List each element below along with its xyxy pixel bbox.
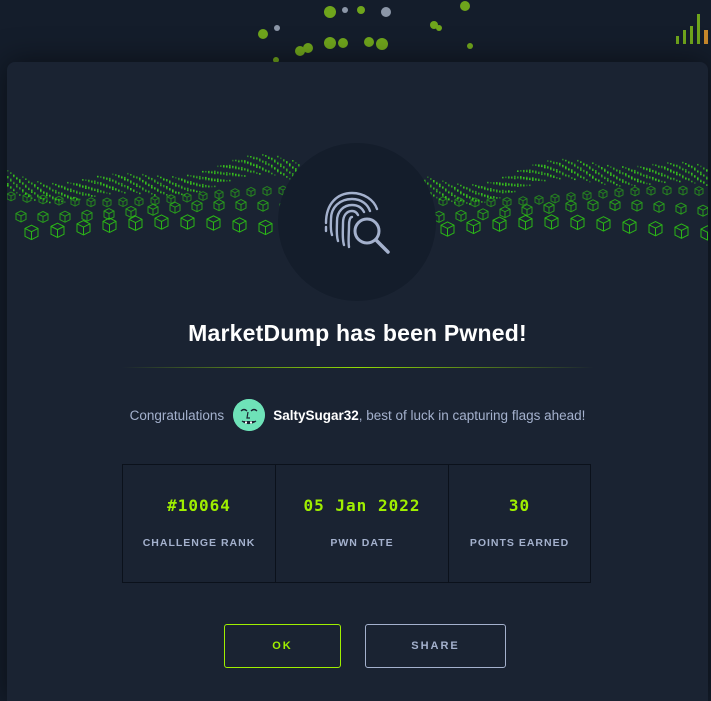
- username: SaltySugar32: [273, 407, 359, 423]
- title-divider: [122, 367, 594, 368]
- ok-button[interactable]: OK: [224, 624, 341, 668]
- stat-pwn-date: 05 Jan 2022 PWN DATE: [276, 465, 449, 582]
- pwned-badge: [278, 143, 436, 301]
- stat-points-earned: 30 POINTS EARNED: [449, 465, 590, 582]
- congrats-prefix: Congratulations: [129, 407, 225, 423]
- avatar: [233, 399, 266, 431]
- share-button[interactable]: SHARE: [365, 624, 506, 668]
- congrats-suffix: , best of luck in capturing flags ahead!: [358, 407, 586, 423]
- background-chart-dots: [258, 1, 708, 63]
- fingerprint-search-icon: [324, 191, 390, 254]
- stat-challenge-rank: #10064 CHALLENGE RANK: [123, 465, 276, 582]
- stat-label: POINTS EARNED: [469, 537, 570, 549]
- modal-title: MarketDump has been Pwned!: [188, 320, 527, 346]
- pwned-modal: MarketDump has been Pwned! Congratulatio…: [7, 62, 708, 701]
- congratulations-message: Congratulations SaltySugar32 , best of l…: [7, 399, 708, 431]
- stats-panel: #10064 CHALLENGE RANK 05 Jan 2022 PWN DA…: [122, 464, 591, 583]
- stat-label: CHALLENGE RANK: [142, 537, 256, 549]
- stat-value: 05 Jan 2022: [303, 496, 421, 515]
- stat-value: #10064: [167, 496, 231, 515]
- stat-value: 30: [508, 496, 531, 515]
- stat-label: PWN DATE: [330, 537, 394, 549]
